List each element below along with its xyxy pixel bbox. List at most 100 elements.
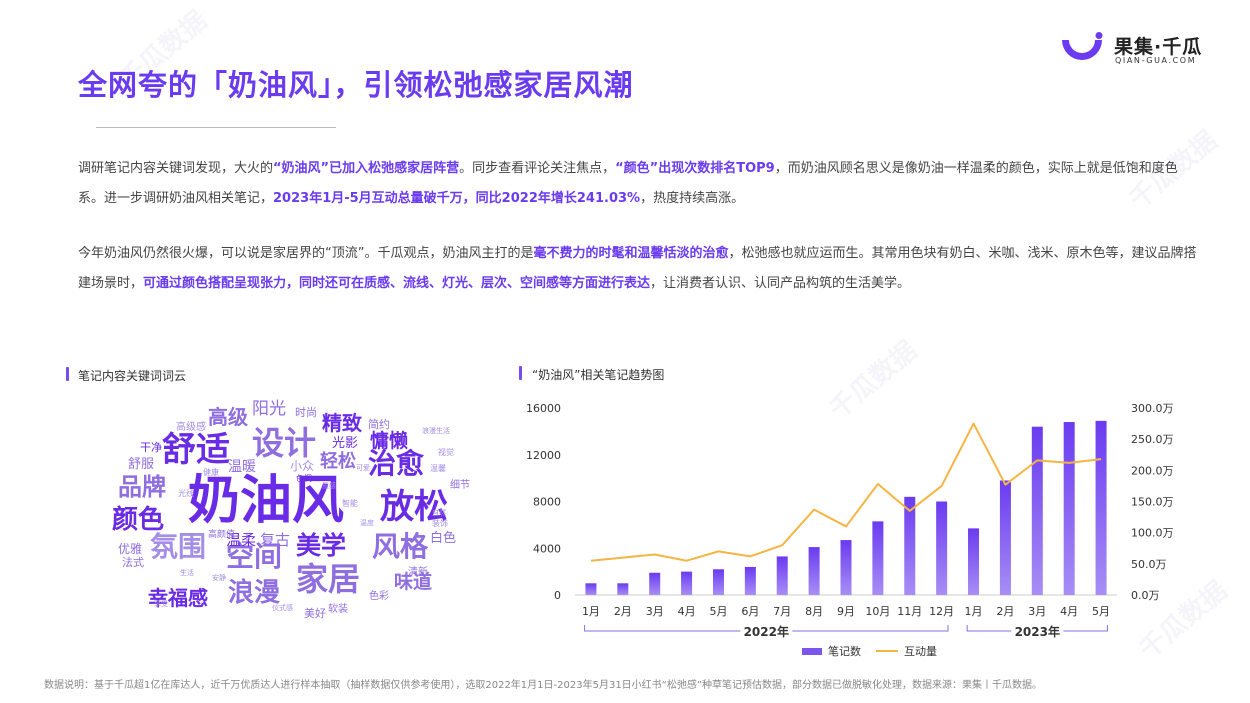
x-tick-label: 12月 [929, 605, 954, 618]
wordcloud-word: 软装 [328, 604, 348, 615]
wordcloud-word: 装饰 [432, 519, 448, 528]
trend-chart: 0 4000 8000 12000 16000 0.0万 50.0万 100.0万 150.0万… [526, 402, 1174, 658]
bar-笔记数 [968, 528, 980, 595]
x-tick-label: 8月 [805, 605, 823, 618]
wordcloud-word: 复古 [260, 531, 291, 549]
chart-title: “奶油风”相关笔记趋势图 [532, 368, 665, 382]
wordcloud-label: 笔记内容关键词词云 [78, 369, 187, 383]
bar-笔记数 [649, 572, 661, 595]
wordcloud-word: 细节 [450, 480, 470, 491]
x-tick-label: 3月 [1028, 605, 1046, 618]
wordcloud-word: 轻松 [320, 451, 356, 472]
wordcloud-word: 高颜值 [208, 530, 236, 540]
x-tick-label: 5月 [709, 605, 727, 618]
y-right-tick-label: 100.0万 [1131, 527, 1174, 540]
wordcloud-word: 可爱 [356, 464, 370, 472]
wordcloud-word: 氛围 [150, 530, 207, 563]
wordcloud-word: 浪漫生活 [422, 427, 450, 435]
x-tick-label: 7月 [773, 605, 791, 618]
para1-highlight: “奶油风”已加入松弛感家居阵营 [273, 161, 460, 176]
y-left-tick-label: 16000 [526, 402, 561, 415]
wordcloud-word: 小众 [290, 459, 315, 473]
wordcloud-word: 白色 [430, 531, 457, 546]
wordcloud-word: 浪漫 [228, 578, 281, 608]
wordcloud-word: 家居 [296, 560, 361, 598]
wordcloud-word: 健康 [203, 468, 219, 477]
y-right-tick-label: 150.0万 [1131, 496, 1174, 509]
insight-paragraph-1: 调研笔记内容关键词发现，大火的“奶油风”已加入松弛感家居阵营。同步查看评论关注焦… [78, 154, 1198, 214]
wordcloud-word: 质感 [322, 482, 336, 490]
para2-text: 今年奶油风仍然很火爆，可以说是家居界的“顶流”。千瓜观点，奶油风主打的是 [78, 246, 534, 261]
y-right-tick-label: 0.0万 [1131, 589, 1160, 602]
year-group-label: 2022年 [744, 624, 789, 639]
y-left-tick-label: 0 [554, 589, 561, 602]
y-left-tick-label: 8000 [533, 496, 561, 509]
logo-mark-icon [1062, 32, 1103, 60]
bar-笔记数 [617, 583, 629, 595]
wordcloud-word: 干净 [140, 441, 162, 454]
x-tick-label: 9月 [837, 605, 855, 618]
x-tick-label: 1月 [965, 605, 983, 618]
y-right-tick-label: 50.0万 [1131, 558, 1167, 571]
wordcloud-word: 奶油风 [188, 471, 345, 531]
page-title: 全网夸的「奶油风」，引领松弛感家居风潮 [78, 68, 634, 102]
para1-highlight: “颜色”出现次数排名TOP9 [615, 161, 775, 176]
wordcloud-word: 优雅 [118, 542, 143, 556]
x-tick-label: 11月 [897, 605, 922, 618]
y-right-tick-label: 300.0万 [1131, 402, 1174, 415]
x-tick-label: 1月 [582, 605, 600, 618]
wordcloud-word: 温馨 [430, 464, 446, 473]
y-left-tick-label: 4000 [533, 542, 561, 555]
bar-笔记数 [999, 480, 1011, 595]
x-tick-label: 10月 [865, 605, 890, 618]
logo-domain: QIAN-GUA.COM [1115, 56, 1197, 65]
wordcloud-word: 生活 [180, 569, 194, 577]
wordcloud-word: 舒适 [162, 430, 230, 470]
wordcloud-word: 光影 [332, 436, 359, 451]
wordcloud-word: 设计 [252, 424, 317, 462]
data-source-note: 数据说明：基于千瓜超1亿在库达人，近千万优质达人进行样本抽取（抽样数据仅供参考使… [44, 680, 1043, 691]
para2-highlight: 可通过颜色搭配呈现张力，同时还可在质感、流线、灯光、层次、空间感等方面进行表达 [143, 276, 651, 291]
brand-logo: 果集·千瓜 QIAN-GUA.COM [1058, 30, 1218, 70]
bar-笔记数 [872, 521, 884, 595]
wordcloud-word: 时尚 [295, 406, 317, 419]
x-tick-label: 5月 [1092, 605, 1110, 618]
x-tick-label: 6月 [741, 605, 759, 618]
wordcloud-word: 精致 [322, 411, 362, 435]
wordcloud-word: 色彩 [369, 591, 389, 602]
bar-笔记数 [840, 540, 852, 595]
insight-paragraph-2: 今年奶油风仍然很火爆，可以说是家居界的“顶流”。千瓜观点，奶油风主打的是毫不费力… [78, 239, 1198, 299]
x-tick-label: 2月 [996, 605, 1014, 618]
para1-text: 调研笔记内容关键词发现，大火的 [78, 161, 274, 176]
wordcloud-word: 高级 [208, 405, 248, 429]
wordcloud-word: 舒服 [128, 457, 155, 472]
year-group-label: 2023年 [1015, 624, 1060, 639]
bar-笔记数 [936, 501, 948, 595]
y-left-tick-label: 12000 [526, 449, 561, 462]
bar-笔记数 [1063, 422, 1075, 595]
legend-label: 笔记数 [828, 644, 861, 658]
x-tick-label: 2月 [614, 605, 632, 618]
wordcloud-word: 温暖 [228, 459, 256, 475]
legend-swatch-笔记数 [802, 648, 822, 655]
wordcloud-word: 视觉 [438, 448, 454, 457]
bar-笔记数 [1095, 420, 1107, 595]
wordcloud-word: 风格 [372, 530, 429, 563]
wordcloud-word: 治愈 [368, 447, 425, 480]
wordcloud-word: 高级感 [176, 422, 206, 433]
keyword-wordcloud: 奶油风 舒适 设计 放松 品牌 颜色 氛围 空间 风格 美学 家居 浪漫 治愈 高级 阳光 精致 慵懒 轻松 幸福感… [100, 395, 480, 635]
wordcloud-word: 法式 [122, 556, 144, 569]
bar-笔记数 [776, 556, 788, 595]
legend-label: 互动量 [904, 645, 937, 658]
para2-text: ，让消费者认识、认同产品构筑的生活美学。 [650, 276, 911, 291]
wordcloud-word: 清新 [408, 567, 428, 578]
x-tick-label: 4月 [678, 605, 696, 618]
para2-highlight: 毫不费力的时髦和温馨恬淡的治愈 [533, 246, 729, 261]
logo-name: 果集·千瓜 [1114, 36, 1203, 58]
wordcloud-word: 慵懒 [370, 430, 409, 452]
x-tick-label: 4月 [1060, 605, 1078, 618]
y-right-tick-label: 250.0万 [1131, 433, 1174, 446]
wordcloud-word: 自然 [432, 509, 446, 517]
y-right-tick-label: 200.0万 [1131, 464, 1174, 477]
wordcloud-word: 安静 [212, 574, 226, 582]
